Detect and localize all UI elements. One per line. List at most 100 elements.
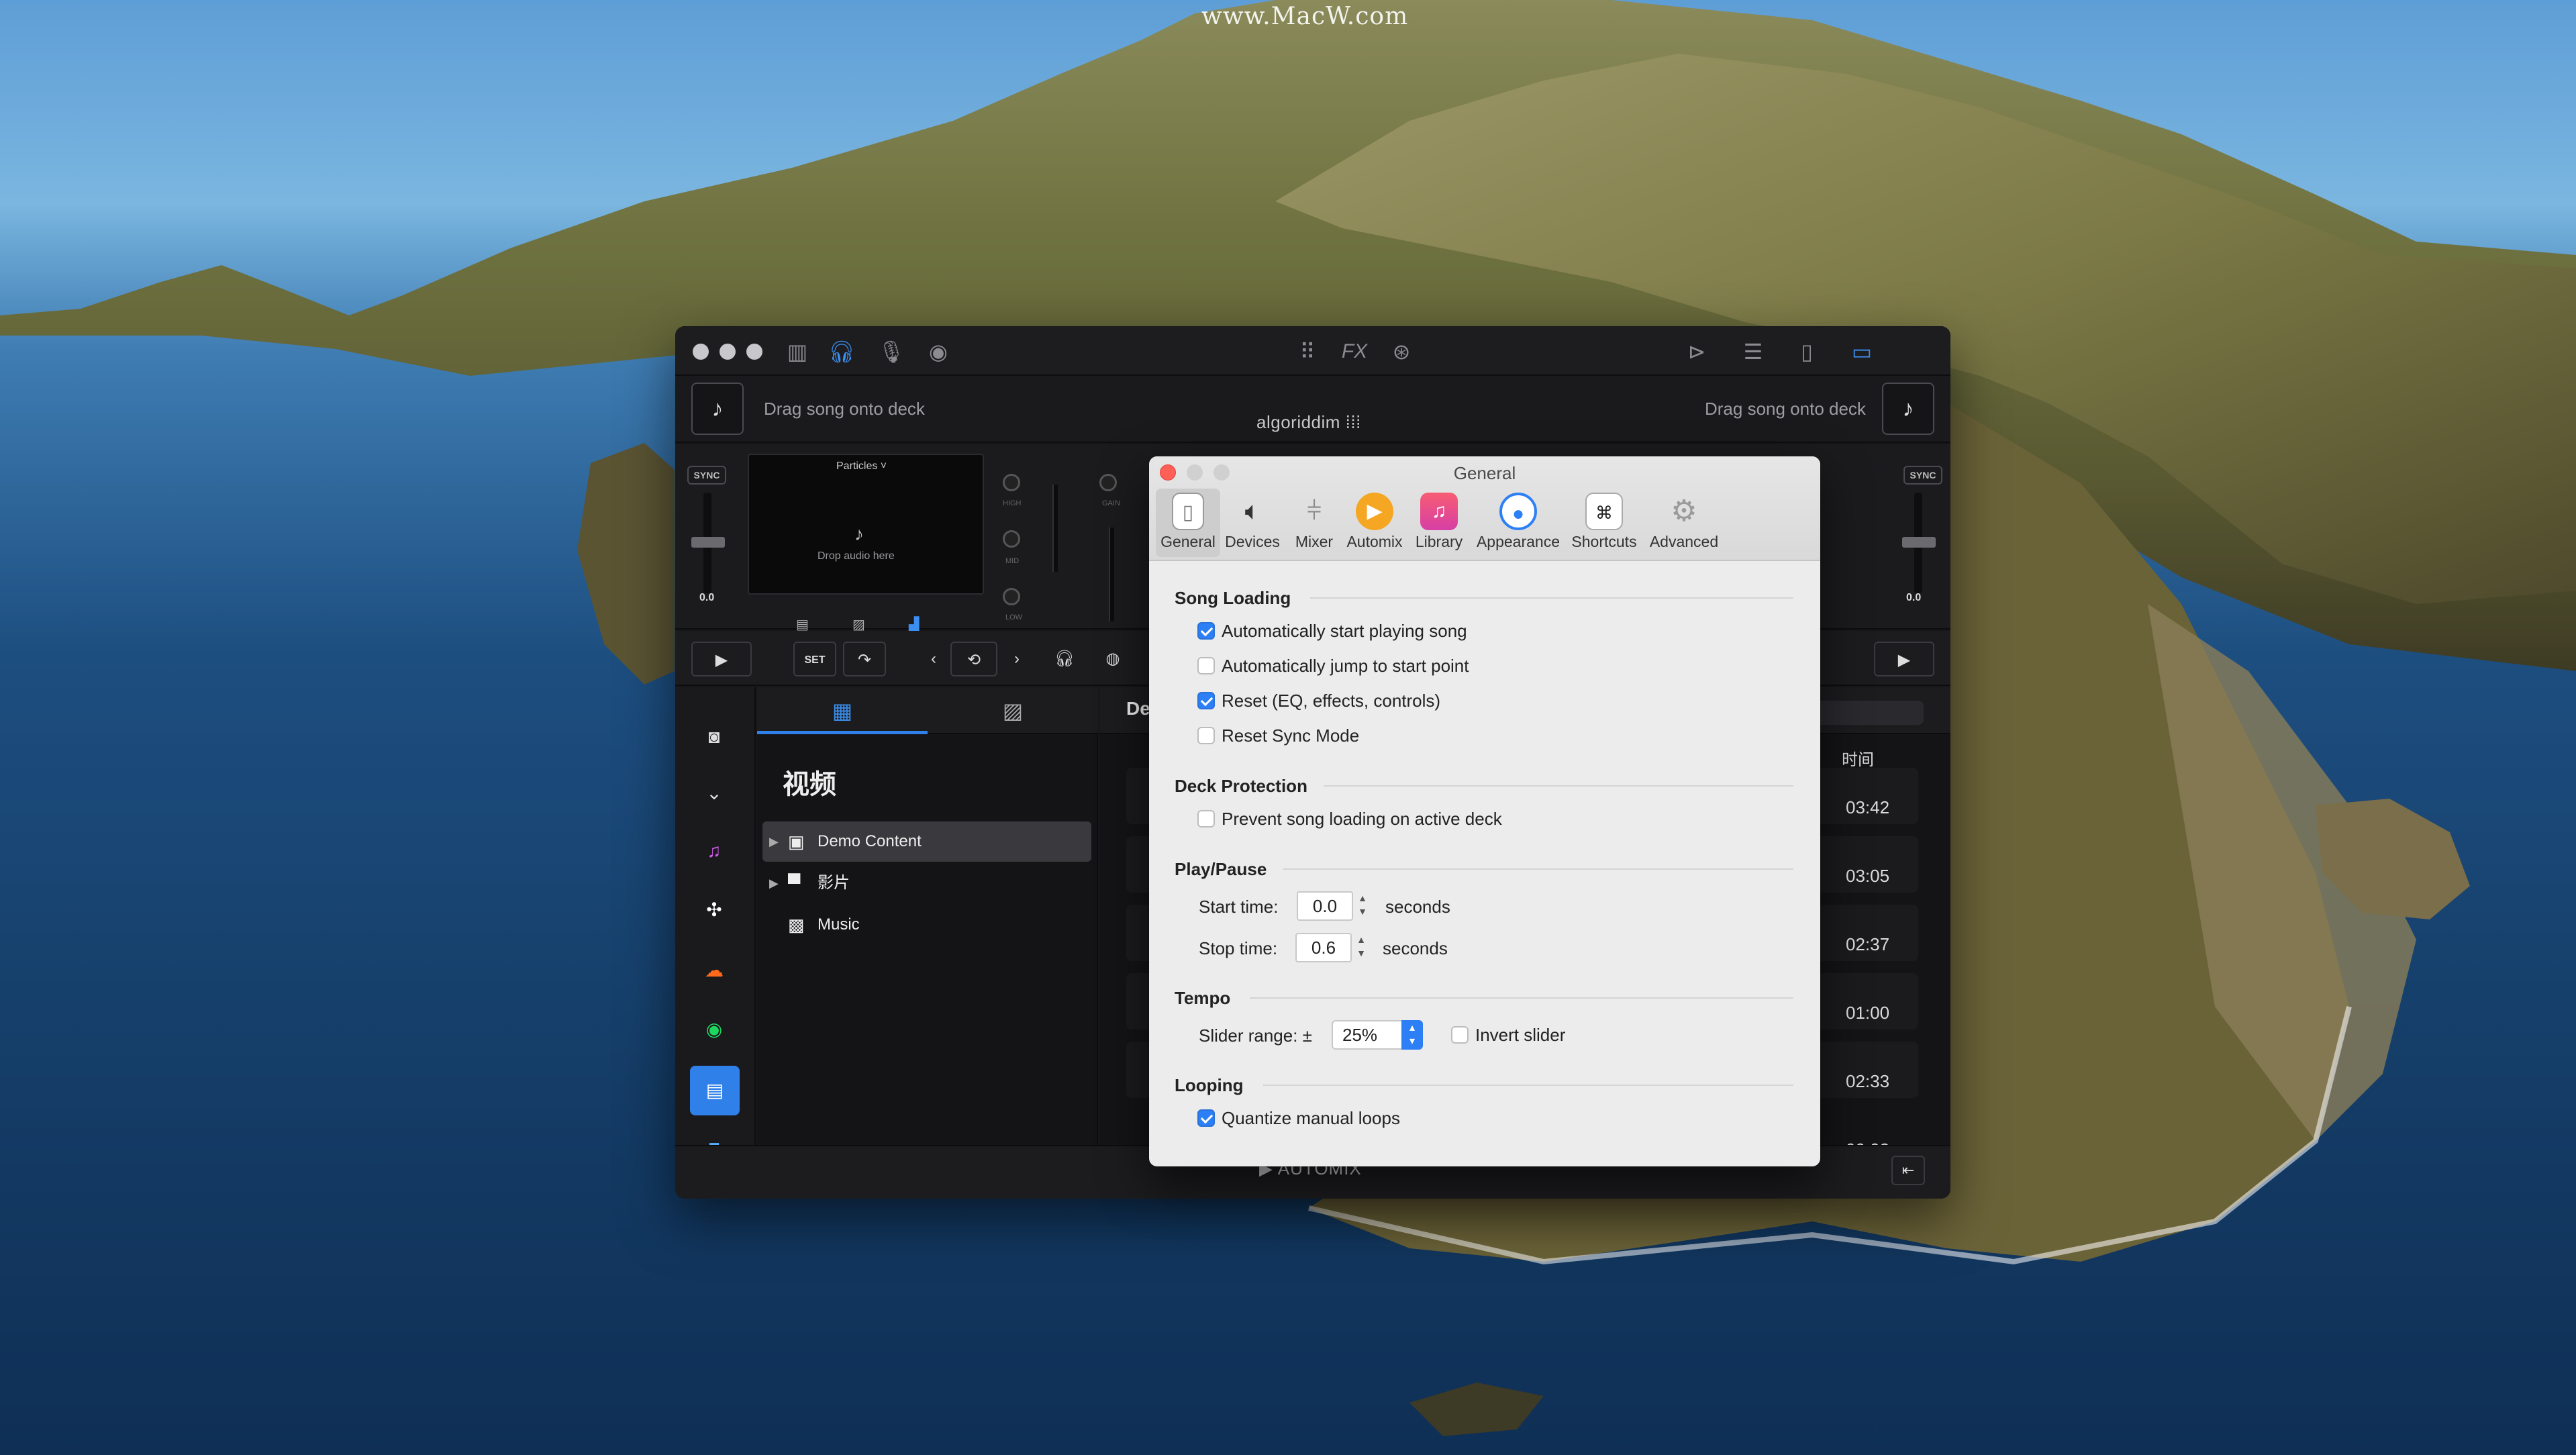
right-pitch-handle[interactable] xyxy=(1902,537,1936,548)
tab-shortcuts[interactable]: ⌘ Shortcuts xyxy=(1565,489,1643,557)
high-eq-knob[interactable] xyxy=(1003,474,1020,491)
display-icon[interactable]: ▭ xyxy=(1847,337,1877,366)
tab-mixer[interactable]: ⫩ Mixer xyxy=(1286,489,1342,557)
left-sync-button[interactable]: SYNC xyxy=(687,466,726,485)
slider-range-label: Slider range: ± xyxy=(1199,1025,1312,1046)
track-duration: 03:05 xyxy=(1846,866,1890,886)
checkbox[interactable] xyxy=(1197,1109,1215,1127)
loop-icon[interactable]: ⟲ xyxy=(950,642,997,676)
devices-icon: 🔈︎ xyxy=(1244,497,1260,525)
library-icon: ♫ xyxy=(1420,493,1458,530)
track-duration: 01:00 xyxy=(1846,1003,1890,1023)
tab-advanced[interactable]: ⚙ Advanced xyxy=(1646,489,1722,557)
left-pitch-value: 0.0 xyxy=(699,592,715,603)
tab-photos[interactable]: ▨ xyxy=(928,687,1098,734)
disclosure-arrow-icon[interactable]: ▶ xyxy=(769,863,779,903)
right-sync-button[interactable]: SYNC xyxy=(1903,466,1942,485)
tab-automix[interactable]: ▶ Automix xyxy=(1344,489,1405,557)
tab-library[interactable]: ♫ Library xyxy=(1408,489,1470,557)
disclosure-arrow-icon[interactable]: ▶ xyxy=(769,821,779,862)
volume-fader[interactable] xyxy=(1109,528,1114,621)
drop-note-icon: ♪ xyxy=(854,523,864,544)
section-play-pause: Play/Pause xyxy=(1175,859,1267,879)
skip-icon[interactable]: ↷ xyxy=(843,642,886,676)
general-icon: ▯ xyxy=(1172,493,1204,530)
high-label: HIGH xyxy=(1003,499,1022,507)
appearance-icon: ● xyxy=(1499,493,1537,530)
set-cue-button[interactable]: SET xyxy=(793,642,836,676)
left-deck-music-icon[interactable]: ♪ xyxy=(691,383,744,435)
tree-item-demo-content[interactable]: ▶ ▣ Demo Content xyxy=(762,821,1091,862)
automix-icon: ▶ xyxy=(1356,493,1393,530)
record-icon[interactable]: ◉ xyxy=(924,337,953,366)
start-time-input[interactable]: 0.0 xyxy=(1297,891,1353,921)
loop-forward-icon[interactable]: › xyxy=(1007,642,1027,676)
checkbox[interactable] xyxy=(1451,1026,1469,1044)
video-output-icon[interactable]: ⊳ xyxy=(1682,337,1712,366)
waveform-view-icon[interactable]: ▥ xyxy=(783,337,812,366)
itunes-icon[interactable]: ♫ xyxy=(697,834,732,868)
horizontal-layout-icon[interactable]: ☰ xyxy=(1738,337,1768,366)
fx-button[interactable]: FX xyxy=(1340,337,1369,366)
tab-appearance[interactable]: ● Appearance xyxy=(1473,489,1564,557)
track-duration: 02:37 xyxy=(1846,934,1890,954)
gain-knob[interactable] xyxy=(1099,474,1117,491)
loop-back-icon[interactable]: ‹ xyxy=(924,642,944,676)
tab-videos[interactable]: ▦ xyxy=(757,687,928,734)
section-divider xyxy=(1263,1085,1793,1086)
checkbox[interactable] xyxy=(1197,727,1215,744)
level-meter xyxy=(1052,485,1058,572)
spotify-icon[interactable]: ◉ xyxy=(697,1012,732,1047)
right-deck-music-icon[interactable]: ♪ xyxy=(1882,383,1934,435)
mid-eq-knob[interactable] xyxy=(1003,530,1020,548)
soundcloud-icon[interactable]: ☁ xyxy=(697,953,732,988)
left-pitch-handle[interactable] xyxy=(691,537,725,548)
duration-column-header[interactable]: 时间 xyxy=(1842,746,1874,770)
low-eq-knob[interactable] xyxy=(1003,588,1020,605)
track-duration: 02:33 xyxy=(1846,1071,1890,1091)
stop-time-input[interactable]: 0.6 xyxy=(1295,933,1352,962)
checkbox[interactable] xyxy=(1197,692,1215,709)
left-effect-selector[interactable]: Particles ˅ xyxy=(836,460,887,472)
sidebar-toggle-icon[interactable]: ⇤ xyxy=(1891,1156,1925,1185)
mixer-icon: ⫩ xyxy=(1307,497,1322,525)
updown-chevron-icon: ▴ ▾ xyxy=(1401,1020,1423,1050)
tidal-icon[interactable]: ✣ xyxy=(697,893,732,927)
sync-loop-icon[interactable]: ⊛ xyxy=(1387,337,1416,366)
headphones-icon[interactable]: 🎧︎ xyxy=(827,337,856,366)
right-play-button[interactable]: ▶ xyxy=(1874,642,1934,676)
tree-item-movies[interactable]: ▶ ▀ 影片 xyxy=(762,863,1091,903)
window-close-button[interactable] xyxy=(693,344,709,360)
left-deck-drag-text: Drag song onto deck xyxy=(764,399,925,419)
filter-knob-icon[interactable]: ◍ xyxy=(1098,642,1128,676)
vertical-layout-icon[interactable]: ▯ xyxy=(1792,337,1822,366)
window-minimize-button[interactable] xyxy=(720,344,736,360)
pads-grid-icon[interactable]: ⠿ xyxy=(1293,337,1322,366)
cue-headphones-icon[interactable]: 🎧︎ xyxy=(1051,642,1078,676)
start-time-stepper[interactable]: ▲ ▼ xyxy=(1356,891,1369,921)
low-label: LOW xyxy=(1005,613,1023,621)
section-deck-protection: Deck Protection xyxy=(1175,776,1307,796)
tab-general[interactable]: ▯ General xyxy=(1156,489,1220,557)
videos-source-icon[interactable]: ▤ xyxy=(690,1066,740,1115)
right-deck-drag-text: Drag song onto deck xyxy=(1705,399,1866,419)
checkbox[interactable] xyxy=(1197,657,1215,674)
microphone-icon[interactable]: 🎙︎ xyxy=(877,337,906,366)
stop-time-label: Stop time: xyxy=(1199,938,1278,958)
section-looping: Looping xyxy=(1175,1075,1244,1095)
checkbox[interactable] xyxy=(1197,810,1215,827)
shortcuts-icon: ⌘ xyxy=(1585,493,1623,530)
tree-item-music[interactable]: ▩ Music xyxy=(762,905,1091,945)
window-zoom-button[interactable] xyxy=(746,344,762,360)
checkbox[interactable] xyxy=(1197,622,1215,640)
slider-range-select[interactable]: 25% ▴ ▾ xyxy=(1332,1020,1423,1050)
tab-devices[interactable]: 🔈︎ Devices xyxy=(1222,489,1283,557)
left-deck-visual-panel[interactable] xyxy=(748,454,984,595)
my-music-icon[interactable]: ◙ xyxy=(697,719,732,754)
stop-time-stepper[interactable]: ▲ ▼ xyxy=(1354,933,1368,962)
section-tempo: Tempo xyxy=(1175,988,1231,1008)
collapse-chevron-icon[interactable]: ⌄ xyxy=(697,776,732,811)
left-play-button[interactable]: ▶ xyxy=(691,642,752,676)
search-field[interactable] xyxy=(1816,701,1924,725)
section-divider xyxy=(1250,997,1793,999)
